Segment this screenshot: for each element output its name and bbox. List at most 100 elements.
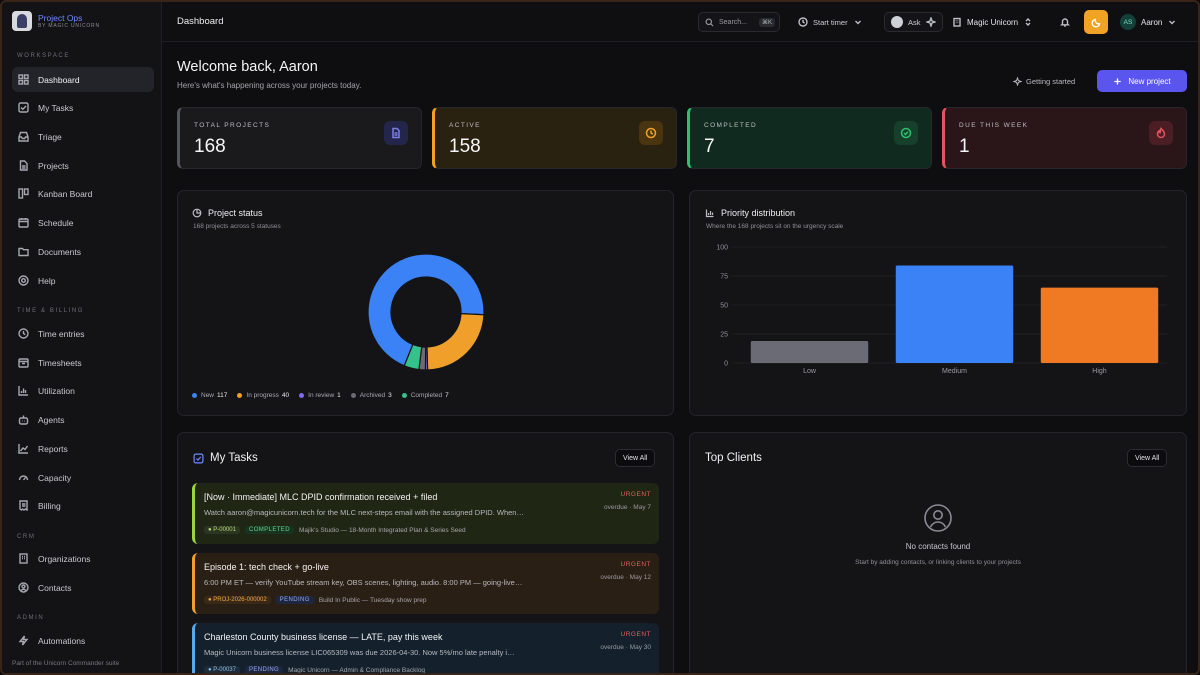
legend-swatch — [350, 392, 356, 398]
legend-label: Completed — [410, 392, 443, 399]
task-description: 6:00 PM ET — verify YouTube stream key, … — [204, 578, 523, 587]
start-timer-label: Start timer — [813, 17, 848, 27]
sidebar-item-reports[interactable]: Reports — [12, 436, 154, 461]
sidebar-item-label: Dashboard — [38, 74, 80, 85]
legend-swatch — [401, 392, 407, 398]
sidebar-item-agents[interactable]: Agents — [12, 407, 154, 432]
sidebar-item-label: Help — [38, 275, 56, 286]
y-tick-label: 75 — [720, 274, 728, 281]
bar-low[interactable] — [750, 340, 869, 363]
start-timer-button[interactable]: Start timer — [798, 12, 863, 32]
top-clients-view-all-button[interactable]: View All — [1127, 449, 1168, 467]
y-tick-label: 25 — [720, 332, 728, 339]
legend-item: Completed 7 — [401, 392, 449, 399]
sidebar-item-dashboard[interactable]: Dashboard — [12, 67, 154, 92]
search-input[interactable]: Search... ⌘K — [698, 12, 780, 32]
task-project[interactable]: Build In Public — Tuesday show prep — [319, 597, 427, 604]
sidebar-item-capacity[interactable]: Capacity — [12, 465, 154, 490]
theme-toggle-button[interactable] — [1084, 10, 1108, 34]
getting-started-label: Getting started — [1026, 76, 1076, 86]
stat-label: ACTIVE — [449, 122, 481, 129]
stat-value: 158 — [449, 136, 481, 157]
x-tick-label: Low — [803, 368, 817, 375]
bar-medium[interactable] — [895, 265, 1014, 363]
legend-item: New 117 — [192, 392, 227, 399]
brand[interactable]: Project Ops BY MAGIC UNICORN — [12, 11, 100, 31]
notifications-button[interactable] — [1060, 12, 1070, 32]
ask-button[interactable]: Ask — [884, 12, 943, 32]
sidebar-item-time-entries[interactable]: Time entries — [12, 321, 154, 346]
pie-chart-icon — [192, 208, 202, 218]
chevron-down-icon — [1169, 20, 1176, 25]
sidebar-item-label: Utilization — [38, 385, 75, 396]
flame-icon — [1149, 121, 1173, 145]
legend-label: Archived — [359, 392, 386, 399]
sidebar-item-label: Agents — [38, 414, 65, 425]
check-circle-icon — [894, 121, 918, 145]
sidebar-item-label: Projects — [38, 160, 69, 171]
sidebar-item-label: Contacts — [38, 582, 72, 593]
search-icon — [705, 18, 714, 26]
sidebar-item-projects[interactable]: Projects — [12, 153, 154, 178]
document-icon — [384, 121, 408, 145]
checkbox-icon — [18, 102, 29, 113]
y-tick-label: 0 — [724, 361, 728, 368]
my-tasks-view-all-button[interactable]: View All — [615, 449, 656, 467]
brand-title: Project Ops — [38, 12, 83, 23]
new-project-label: New project — [1128, 76, 1171, 86]
sidebar-item-contacts[interactable]: Contacts — [12, 575, 154, 600]
task-card[interactable]: Charleston County business license — LAT… — [192, 623, 659, 674]
legend-value: 40 — [281, 392, 290, 399]
sidebar-item-label: Kanban Board — [38, 188, 93, 199]
user-menu[interactable]: AS Aaron — [1120, 12, 1177, 32]
sidebar-section-crm: CRM — [17, 534, 36, 540]
sidebar-item-utilization[interactable]: Utilization — [12, 378, 154, 403]
workspace-switcher[interactable]: Magic Unicorn — [952, 12, 1033, 32]
priority-bar-chart: 0 25 50 75 100 Low Medium High — [716, 245, 1167, 375]
bar-high[interactable] — [1040, 287, 1159, 363]
task-project[interactable]: Majik's Studio — 18-Month Integrated Pla… — [299, 527, 466, 534]
y-tick-label: 100 — [716, 245, 728, 252]
sidebar-item-automations[interactable]: Automations — [12, 628, 154, 653]
task-id-chip[interactable]: ● P-00001 — [204, 526, 240, 534]
stat-card-active[interactable]: ACTIVE 158 — [432, 107, 677, 169]
project-status-legend: New 117 In progress 40 In review 1 Archived 3 Co… — [192, 392, 449, 399]
task-card[interactable]: [Now · Immediate] MLC DPID confirmation … — [192, 483, 659, 544]
search-placeholder: Search... — [719, 18, 748, 26]
legend-swatch — [237, 392, 243, 398]
task-due-date: overdue · May 30 — [600, 644, 651, 651]
legend-swatch — [299, 392, 305, 398]
sidebar-item-documents[interactable]: Documents — [12, 239, 154, 264]
sidebar-item-organizations[interactable]: Organizations — [12, 546, 154, 571]
task-id-chip[interactable]: ● PROJ-2026-000002 — [204, 596, 271, 604]
sidebar-item-help[interactable]: Help — [12, 268, 154, 293]
file-icon — [18, 160, 29, 171]
top-clients-card — [689, 432, 1187, 673]
stat-value: 1 — [959, 136, 970, 157]
inbox-icon — [18, 131, 29, 142]
stat-card-completed[interactable]: COMPLETED 7 — [687, 107, 932, 169]
task-id-chip[interactable]: ● P-00037 — [204, 666, 240, 673]
sidebar-item-label: Triage — [38, 131, 62, 142]
stat-card-due-this-week[interactable]: DUE THIS WEEK 1 — [942, 107, 1187, 169]
new-project-button[interactable]: New project — [1097, 70, 1187, 92]
task-priority-badge: URGENT — [620, 561, 651, 568]
sidebar-item-billing[interactable]: Billing — [12, 493, 154, 518]
brand-logo — [12, 11, 32, 31]
moon-icon — [1091, 18, 1100, 27]
project-status-donut-chart — [367, 253, 485, 371]
sidebar-item-schedule[interactable]: Schedule — [12, 210, 154, 235]
task-project[interactable]: Magic Unicorn — Admin & Compliance Backl… — [288, 667, 425, 674]
user-circle-icon — [924, 504, 952, 532]
stat-card-total-projects[interactable]: TOTAL PROJECTS 168 — [177, 107, 422, 169]
donut-slice-in-progress[interactable] — [426, 313, 485, 371]
sidebar-item-kanban-board[interactable]: Kanban Board — [12, 181, 154, 206]
sidebar-item-timesheets[interactable]: Timesheets — [12, 350, 154, 375]
sidebar-item-triage[interactable]: Triage — [12, 124, 154, 149]
app-window: Project Ops BY MAGIC UNICORN WORKSPACE T… — [0, 0, 1200, 675]
receipt-icon — [18, 500, 29, 511]
task-card[interactable]: Episode 1: tech check + go-live 6:00 PM E… — [192, 553, 659, 614]
project-status-title-text: Project status — [208, 208, 263, 218]
getting-started-button[interactable]: Getting started — [1013, 71, 1075, 91]
sidebar-item-my-tasks[interactable]: My Tasks — [12, 95, 154, 120]
